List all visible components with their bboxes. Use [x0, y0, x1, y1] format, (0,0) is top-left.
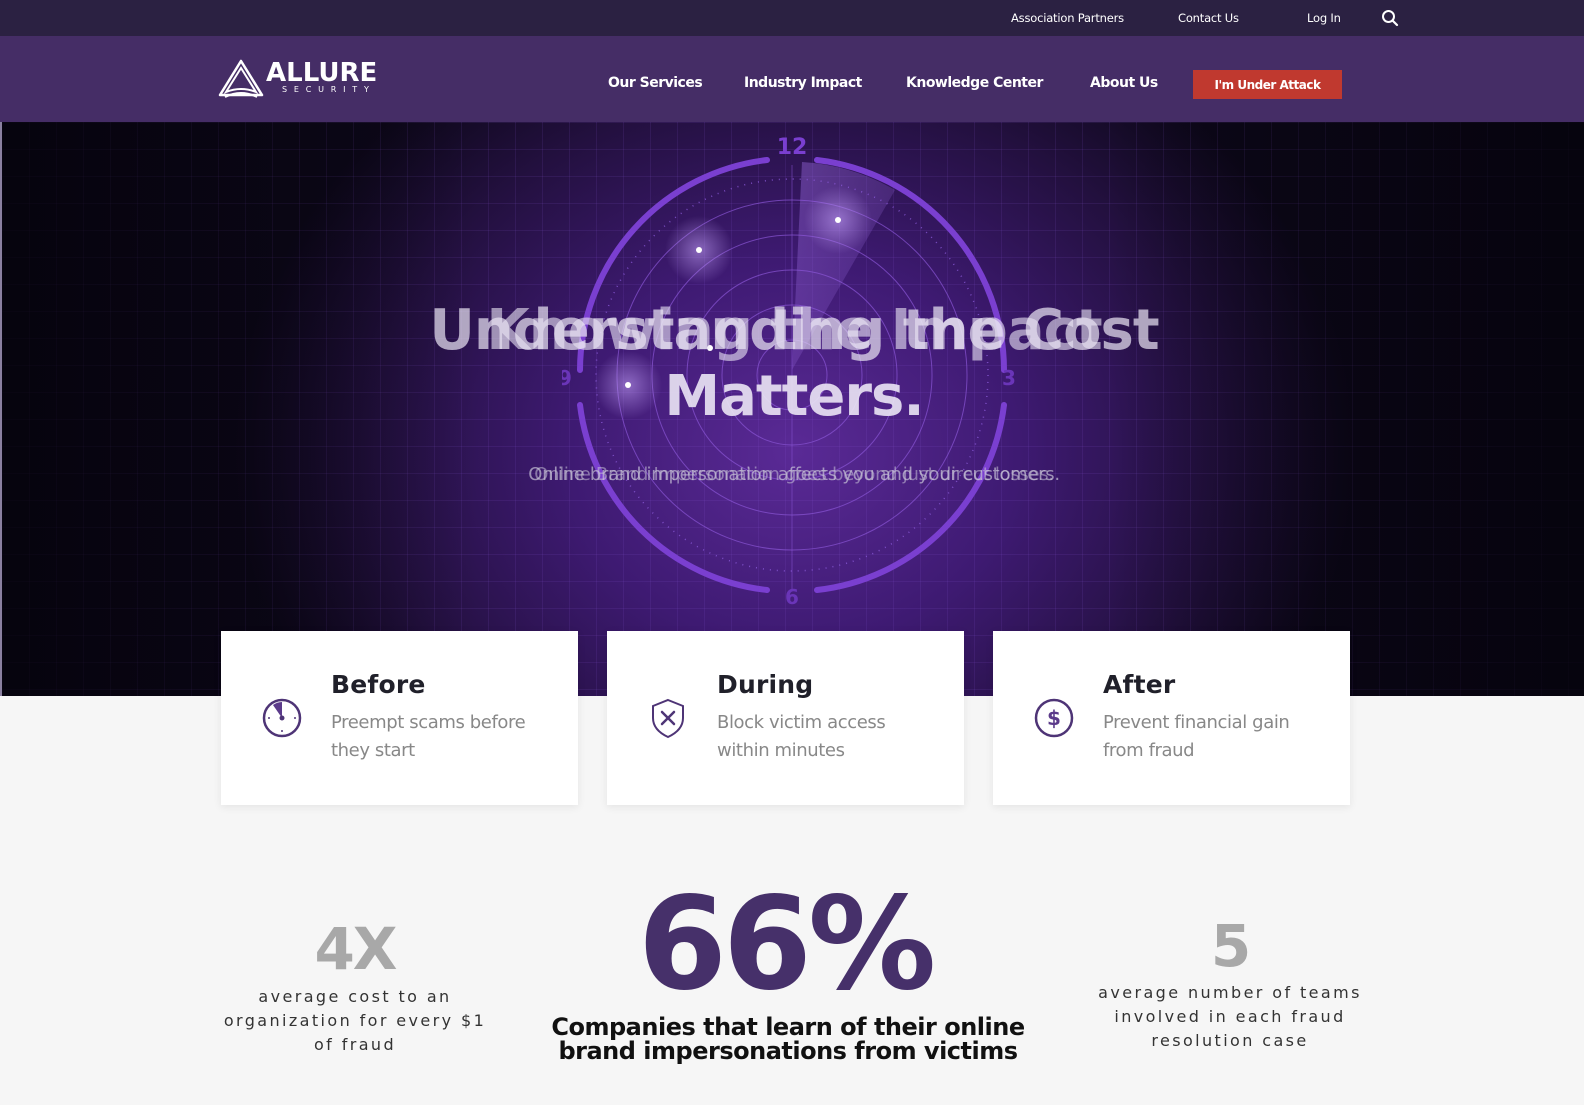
radar-blip: [835, 217, 841, 223]
hero-subtitle-b: Online Brand Impersonation goes beyond j…: [534, 464, 1054, 485]
card-title: During: [717, 670, 814, 699]
hero-headline-matters: Matters.: [664, 364, 924, 429]
logo[interactable]: ALLURE SECURITY: [218, 58, 393, 100]
nav-industry-impact[interactable]: Industry Impact: [744, 75, 862, 91]
shield-x-icon: [652, 698, 684, 739]
card-title: After: [1103, 670, 1176, 699]
logo-tagline: SECURITY: [282, 85, 376, 94]
card-text: Block victim access within minutes: [717, 712, 886, 761]
card-before: Before Preempt scams before they start: [221, 631, 578, 805]
card-text: Preempt scams before they start: [331, 712, 526, 761]
main-nav: ALLURE SECURITY Our Services Industry Im…: [0, 36, 1584, 122]
utility-bar: Association Partners Contact Us Log In: [0, 0, 1584, 36]
clock-icon: [262, 698, 302, 738]
card-during: During Block victim access within minute…: [607, 631, 964, 805]
stat-left-value: 4X: [314, 915, 397, 983]
card-after: $ After Prevent financial gain from frau…: [993, 631, 1350, 805]
stat-right-value: 5: [1210, 912, 1251, 980]
nav-knowledge-center[interactable]: Knowledge Center: [906, 75, 1043, 91]
stat-left-label: average cost to an organization for ever…: [223, 987, 487, 1054]
card-text: Prevent financial gain from fraud: [1103, 712, 1290, 761]
radar-label-12: 12: [777, 135, 808, 160]
radar-blip: [696, 247, 702, 253]
card-title: Before: [331, 670, 426, 699]
radar-label-6: 6: [785, 585, 799, 606]
stat-center-value: 66%: [637, 870, 936, 1019]
stat-right-label: average number of teams involved in each…: [1098, 983, 1362, 1050]
logo-wordmark: ALLURE: [266, 58, 378, 88]
utility-link-contact-us[interactable]: Contact Us: [1178, 11, 1239, 25]
utility-link-association-partners[interactable]: Association Partners: [1011, 11, 1124, 25]
svg-text:$: $: [1047, 706, 1061, 730]
hero-section: 12 3 6 9 Understanding the Cost Knowing …: [0, 122, 1584, 696]
stat-center-label: Companies that learn of their online bra…: [551, 1013, 1025, 1065]
under-attack-button[interactable]: I'm Under Attack: [1193, 70, 1342, 99]
nav-about-us[interactable]: About Us: [1090, 75, 1158, 91]
dollar-circle-icon: $: [1034, 698, 1074, 738]
search-icon[interactable]: [1381, 9, 1399, 27]
nav-our-services[interactable]: Our Services: [608, 75, 703, 91]
logo-mark-icon: [218, 59, 264, 98]
utility-link-log-in[interactable]: Log In: [1307, 11, 1341, 25]
hero-headline-knowing: Knowing the Impact: [486, 298, 1102, 363]
